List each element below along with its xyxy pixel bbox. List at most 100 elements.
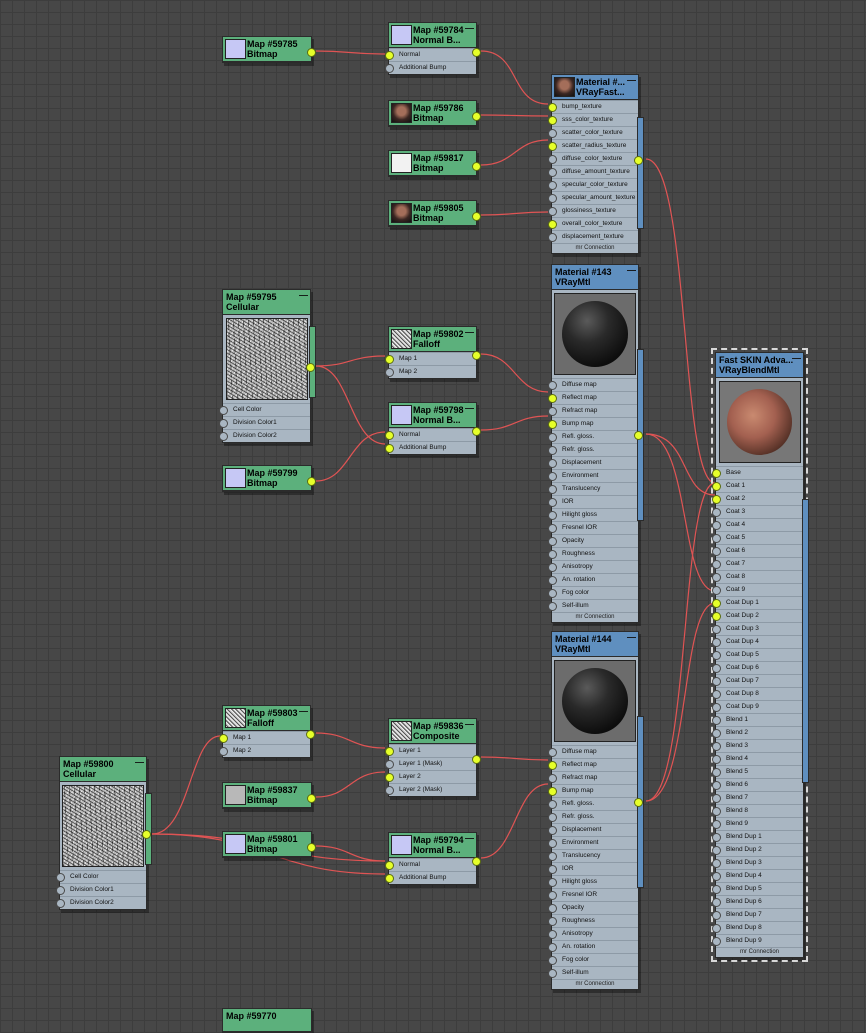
output-socket[interactable] [307,794,316,803]
input-slot[interactable]: Bump map [548,417,638,430]
mr-connection-footer[interactable]: mr Connection [552,979,638,989]
socket-icon[interactable] [548,181,557,190]
socket-icon[interactable] [548,381,557,390]
socket-icon[interactable] [712,664,721,673]
socket-icon[interactable] [548,511,557,520]
node-map-59836[interactable]: Map #59836 Composite — Layer 1 Layer 1 (Mas… [385,718,481,797]
input-slot[interactable]: Blend Dup 3 [712,856,803,869]
socket-icon[interactable] [548,129,557,138]
input-slot[interactable]: Translucency [548,482,638,495]
socket-icon[interactable] [548,576,557,585]
input-slot[interactable]: Refl. gloss. [548,797,638,810]
socket-icon[interactable] [548,878,557,887]
socket-icon[interactable] [385,368,394,377]
socket-icon[interactable] [219,406,228,415]
input-slot[interactable]: Layer 1 [385,744,476,757]
socket-icon[interactable] [385,431,394,440]
socket-icon[interactable] [385,444,394,453]
input-slot[interactable]: Division Color1 [219,416,310,429]
input-slot[interactable]: An. rotation [548,940,638,953]
socket-icon[interactable] [548,969,557,978]
minimize-icon[interactable]: — [627,632,636,642]
input-slot[interactable]: Map 2 [219,744,310,757]
input-slot[interactable]: Blend Dup 8 [712,921,803,934]
minimize-icon[interactable]: — [299,290,308,300]
output-socket[interactable] [307,48,316,57]
socket-icon[interactable] [219,432,228,441]
output-socket[interactable] [634,798,643,807]
socket-icon[interactable] [712,833,721,842]
input-slot[interactable]: Fog color [548,953,638,966]
input-slot[interactable]: Additional Bump [385,871,476,884]
input-slot[interactable]: Displacement [548,456,638,469]
input-slot[interactable]: Blend 1 [712,713,803,726]
socket-icon[interactable] [712,612,721,621]
output-socket[interactable] [307,477,316,486]
input-slot[interactable]: Division Color2 [219,429,310,442]
output-socket[interactable] [306,730,315,739]
input-slot[interactable]: Opacity [548,901,638,914]
socket-icon[interactable] [219,419,228,428]
input-slot[interactable]: Hilight gloss [548,875,638,888]
socket-icon[interactable] [548,233,557,242]
node-map-59784[interactable]: Map #59784 Normal B... — Normal Additional… [385,22,481,75]
input-slot[interactable]: Anisotropy [548,927,638,940]
socket-icon[interactable] [548,155,557,164]
input-slot[interactable]: bump_texture [548,100,638,113]
node-material-vrayfastsss[interactable]: Material #... VRayFast... — bump_texture ss… [548,74,644,254]
minimize-icon[interactable]: — [465,403,474,413]
node-map-59801[interactable]: Map #59801 Bitmap [222,831,316,858]
socket-icon[interactable] [548,787,557,796]
minimize-icon[interactable]: — [465,719,474,729]
input-slot[interactable]: IOR [548,862,638,875]
socket-icon[interactable] [548,103,557,112]
node-map-59795[interactable]: Map #59795 Cellular — Cell Color Division C… [219,289,316,443]
input-slot[interactable]: Blend Dup 9 [712,934,803,947]
socket-icon[interactable] [712,846,721,855]
socket-icon[interactable] [56,886,65,895]
minimize-icon[interactable]: — [465,833,474,843]
socket-icon[interactable] [712,937,721,946]
input-slot[interactable]: Coat Dup 2 [712,609,803,622]
socket-icon[interactable] [548,839,557,848]
socket-icon[interactable] [712,521,721,530]
input-slot[interactable]: Opacity [548,534,638,547]
socket-icon[interactable] [548,498,557,507]
socket-icon[interactable] [548,407,557,416]
minimize-icon[interactable]: — [135,757,144,767]
input-slot[interactable]: diffuse_amount_texture [548,165,638,178]
input-slot[interactable]: Base [712,466,803,479]
socket-icon[interactable] [712,547,721,556]
input-slot[interactable]: Cell Color [219,403,310,416]
socket-icon[interactable] [548,550,557,559]
node-map-59794[interactable]: Map #59794 Normal B... — Normal Additional … [385,832,481,885]
socket-icon[interactable] [548,116,557,125]
input-slot[interactable]: Normal [385,48,476,61]
socket-icon[interactable] [712,573,721,582]
input-slot[interactable]: glossiness_texture [548,204,638,217]
node-map-59798[interactable]: Map #59798 Normal B... — Normal Additional … [385,402,481,455]
input-slot[interactable]: Hilight gloss [548,508,638,521]
socket-icon[interactable] [385,355,394,364]
socket-icon[interactable] [548,485,557,494]
output-socket[interactable] [307,843,316,852]
input-slot[interactable]: Coat Dup 4 [712,635,803,648]
input-slot[interactable]: Self-illum [548,966,638,979]
input-slot[interactable]: Coat 8 [712,570,803,583]
socket-icon[interactable] [712,755,721,764]
mr-connection-footer[interactable]: mr Connection [552,612,638,622]
input-slot[interactable]: Coat 2 [712,492,803,505]
socket-icon[interactable] [548,956,557,965]
socket-icon[interactable] [548,930,557,939]
output-socket[interactable] [472,48,481,57]
input-slot[interactable]: Fresnel IOR [548,888,638,901]
input-slot[interactable]: Blend Dup 1 [712,830,803,843]
socket-icon[interactable] [548,220,557,229]
node-material-143[interactable]: Material #143 VRayMtl — Diffuse map Reflect… [548,264,644,623]
socket-icon[interactable] [712,742,721,751]
minimize-icon[interactable]: — [465,327,474,337]
input-slot[interactable]: Blend Dup 5 [712,882,803,895]
socket-icon[interactable] [548,852,557,861]
output-socket[interactable] [142,830,151,839]
socket-icon[interactable] [712,625,721,634]
